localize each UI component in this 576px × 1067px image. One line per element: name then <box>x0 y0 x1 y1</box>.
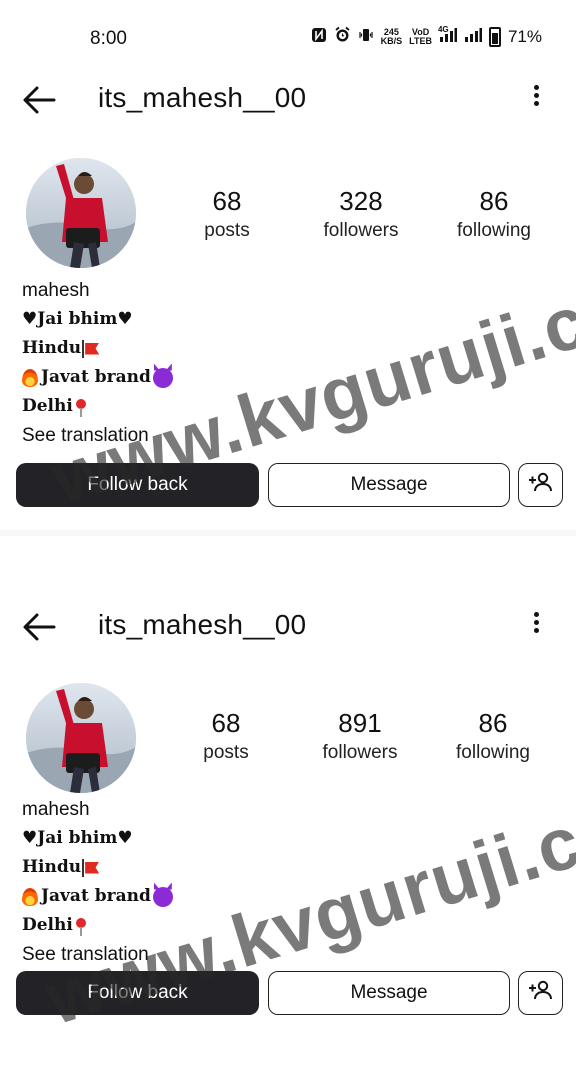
avatar[interactable] <box>26 158 136 268</box>
posts-label: posts <box>203 742 249 763</box>
battery-icon <box>488 27 501 47</box>
following-label: following <box>457 220 531 241</box>
profile-header: its_mahesh__00 <box>0 70 576 130</box>
avatar[interactable] <box>26 683 136 793</box>
vibrate-icon <box>358 27 374 48</box>
bio-line-text: Hindu <box>22 338 82 358</box>
devil-icon <box>152 367 173 388</box>
profile-name: mahesh <box>22 799 90 820</box>
username-title: its_mahesh__00 <box>98 82 307 113</box>
see-translation-link[interactable]: See translation <box>22 421 173 450</box>
username-title: its_mahesh__00 <box>98 609 307 640</box>
stat-posts[interactable]: 68 posts <box>171 708 281 764</box>
message-button[interactable]: Message <box>268 971 510 1015</box>
add-person-icon <box>528 471 554 499</box>
followers-label: followers <box>323 220 399 241</box>
follow-back-button[interactable]: Follow back <box>16 971 259 1015</box>
flag-pole-icon <box>82 858 85 877</box>
red-flag-icon <box>85 861 100 874</box>
stat-followers[interactable]: 891 followers <box>305 708 415 764</box>
battery-level: 71% <box>507 27 542 46</box>
more-options-icon[interactable] <box>526 82 546 116</box>
following-count: 86 <box>479 186 509 216</box>
profile-name: mahesh <box>22 280 90 301</box>
back-arrow-icon[interactable] <box>20 80 60 120</box>
red-flag-icon <box>85 342 100 355</box>
volte-indicator: VoD LTEB <box>409 28 432 46</box>
bio-line: Delhi <box>22 392 173 421</box>
more-options-icon[interactable] <box>526 609 546 643</box>
signal-4g-icon: 4G <box>438 25 457 48</box>
bio-line: ♥Jai bhim♥ <box>22 309 133 329</box>
posts-label: posts <box>204 220 250 241</box>
pin-icon <box>75 398 86 417</box>
fire-icon <box>22 887 38 906</box>
status-bar: 8:00 245 KB/S VoD LTEB 4G 71% <box>0 0 576 64</box>
profile-panel-2: its_mahesh__00 68 posts 891 followers 86… <box>0 597 576 1067</box>
screenshot-divider <box>0 530 576 536</box>
follow-back-button[interactable]: Follow back <box>16 463 259 507</box>
bio-line-text: Javat brand <box>41 367 151 387</box>
network-type: 4G <box>437 24 449 34</box>
followers-label: followers <box>322 742 398 763</box>
bio-line: Hindu <box>22 853 173 882</box>
following-count: 86 <box>478 708 508 738</box>
profile-panel-1: its_mahesh__00 68 posts 328 followers 86… <box>0 70 576 540</box>
stat-posts[interactable]: 68 posts <box>172 186 282 242</box>
volte-bottom: LTEB <box>409 36 432 46</box>
stat-following[interactable]: 86 following <box>439 186 549 242</box>
bio-line: Javat brand <box>22 882 173 911</box>
data-speed: 245 KB/S <box>381 28 403 46</box>
stat-followers[interactable]: 328 followers <box>306 186 416 242</box>
status-icons: 245 KB/S VoD LTEB 4G 71% <box>311 25 542 48</box>
stat-following[interactable]: 86 following <box>438 708 548 764</box>
bio-line-text: Delhi <box>22 915 73 935</box>
profile-header: its_mahesh__00 <box>0 597 576 657</box>
posts-count: 68 <box>211 708 241 738</box>
bio-line-text: Hindu <box>22 857 82 877</box>
bio-line-text: Javat brand <box>41 886 151 906</box>
nfc-icon <box>311 27 327 48</box>
data-speed-unit: KB/S <box>380 36 403 46</box>
followers-count: 328 <box>339 186 383 216</box>
alarm-icon <box>334 26 351 48</box>
posts-count: 68 <box>212 186 242 216</box>
status-time: 8:00 <box>90 28 127 49</box>
followers-count: 891 <box>338 708 382 738</box>
see-translation-link[interactable]: See translation <box>22 940 173 969</box>
message-button[interactable]: Message <box>268 463 510 507</box>
bio-line: ♥Jai bhim♥ <box>22 828 133 848</box>
bio-line: Delhi <box>22 911 173 940</box>
following-label: following <box>456 742 530 763</box>
bio: mahesh ♥Jai bhim♥ Hindu Javat brand Delh… <box>22 795 173 969</box>
back-arrow-icon[interactable] <box>20 607 60 647</box>
signal-icon <box>464 27 482 48</box>
bio-line: Javat brand <box>22 363 173 392</box>
add-person-button[interactable] <box>518 971 563 1015</box>
bio-line: Hindu <box>22 334 173 363</box>
fire-icon <box>22 368 38 387</box>
bio: mahesh ♥Jai bhim♥ Hindu Javat brand Delh… <box>22 276 173 450</box>
flag-pole-icon <box>82 339 85 358</box>
add-person-icon <box>528 979 554 1007</box>
add-person-button[interactable] <box>518 463 563 507</box>
bio-line-text: Delhi <box>22 396 73 416</box>
pin-icon <box>75 917 86 936</box>
devil-icon <box>152 886 173 907</box>
